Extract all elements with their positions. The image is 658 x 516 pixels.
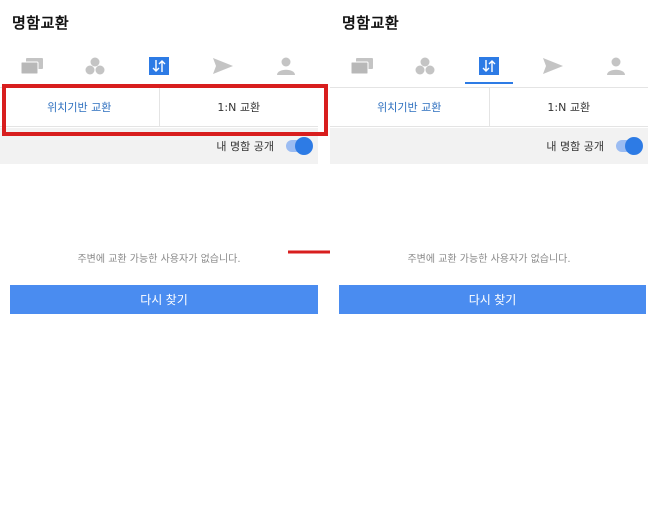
public-card-label: 내 명함 공개 [216, 140, 274, 153]
tab-exchange[interactable] [127, 48, 191, 84]
tab-profile[interactable] [584, 48, 648, 84]
cards-icon [20, 58, 43, 74]
screen-after: 명함교환 위치기반 교환 1:N 교환 내 명함 공개 주변에 교환 가능한 사… [330, 0, 648, 516]
tab-cards[interactable] [330, 48, 394, 84]
main-tabbar [0, 48, 318, 84]
tab-group[interactable] [64, 48, 128, 84]
group-icon [85, 57, 105, 75]
app-title: 명함교환 [342, 14, 400, 32]
public-card-toggle[interactable] [286, 137, 313, 155]
subtab-location-exchange[interactable]: 위치기반 교환 [0, 88, 159, 126]
tab-group[interactable] [394, 48, 458, 84]
exchange-subtabs: 위치기반 교환 1:N 교환 [330, 87, 648, 127]
subtab-one-to-n-exchange[interactable]: 1:N 교환 [488, 88, 649, 126]
public-card-row: 내 명함 공개 [0, 128, 318, 164]
send-icon [212, 58, 233, 74]
public-card-label: 내 명함 공개 [546, 140, 604, 153]
retry-search-button[interactable]: 다시 찾기 [10, 285, 318, 314]
tab-exchange[interactable] [457, 48, 521, 84]
toggle-knob [625, 137, 643, 155]
exchange-icon [148, 57, 169, 75]
exchange-icon [478, 57, 499, 75]
screen-before: 명함교환 위치기반 교환 1:N 교환 내 명함 공개 주변에 교환 가능한 사… [0, 0, 318, 516]
public-card-toggle[interactable] [616, 137, 643, 155]
subtab-one-to-n-exchange[interactable]: 1:N 교환 [158, 88, 319, 126]
cards-icon [350, 58, 373, 74]
send-icon [542, 58, 563, 74]
tab-send[interactable] [191, 48, 255, 84]
app-title: 명함교환 [12, 14, 70, 32]
public-card-row: 내 명함 공개 [330, 128, 648, 164]
empty-message: 주변에 교환 가능한 사용자가 없습니다. [77, 254, 241, 265]
person-icon [607, 57, 626, 75]
exchange-subtabs: 위치기반 교환 1:N 교환 [0, 87, 318, 127]
tab-profile[interactable] [254, 48, 318, 84]
tab-cards[interactable] [0, 48, 64, 84]
person-icon [277, 57, 296, 75]
subtab-location-exchange[interactable]: 위치기반 교환 [330, 88, 489, 126]
tab-send[interactable] [521, 48, 585, 84]
main-tabbar [330, 48, 648, 84]
retry-search-button[interactable]: 다시 찾기 [339, 285, 646, 314]
toggle-knob [295, 137, 313, 155]
group-icon [415, 57, 435, 75]
empty-message: 주변에 교환 가능한 사용자가 없습니다. [407, 254, 571, 265]
